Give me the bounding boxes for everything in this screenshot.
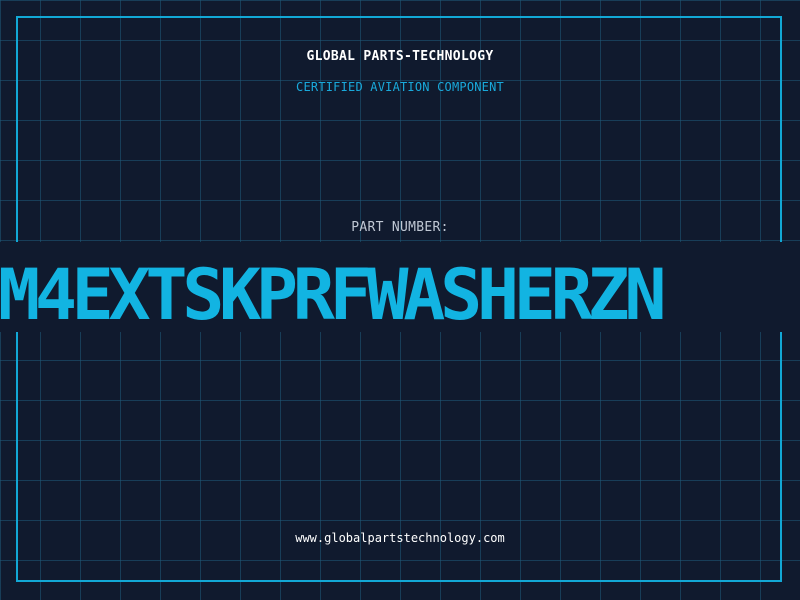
- part-label-card: GLOBAL PARTS-TECHNOLOGY CERTIFIED AVIATI…: [0, 0, 800, 600]
- company-name: GLOBAL PARTS-TECHNOLOGY: [306, 49, 494, 64]
- website-url: www.globalpartstechnology.com: [295, 531, 505, 545]
- part-number-label: PART NUMBER:: [351, 220, 449, 235]
- certification-subtitle: CERTIFIED AVIATION COMPONENT: [296, 80, 504, 94]
- part-number-value: M4EXTSKPRFWASHERZN: [0, 254, 666, 336]
